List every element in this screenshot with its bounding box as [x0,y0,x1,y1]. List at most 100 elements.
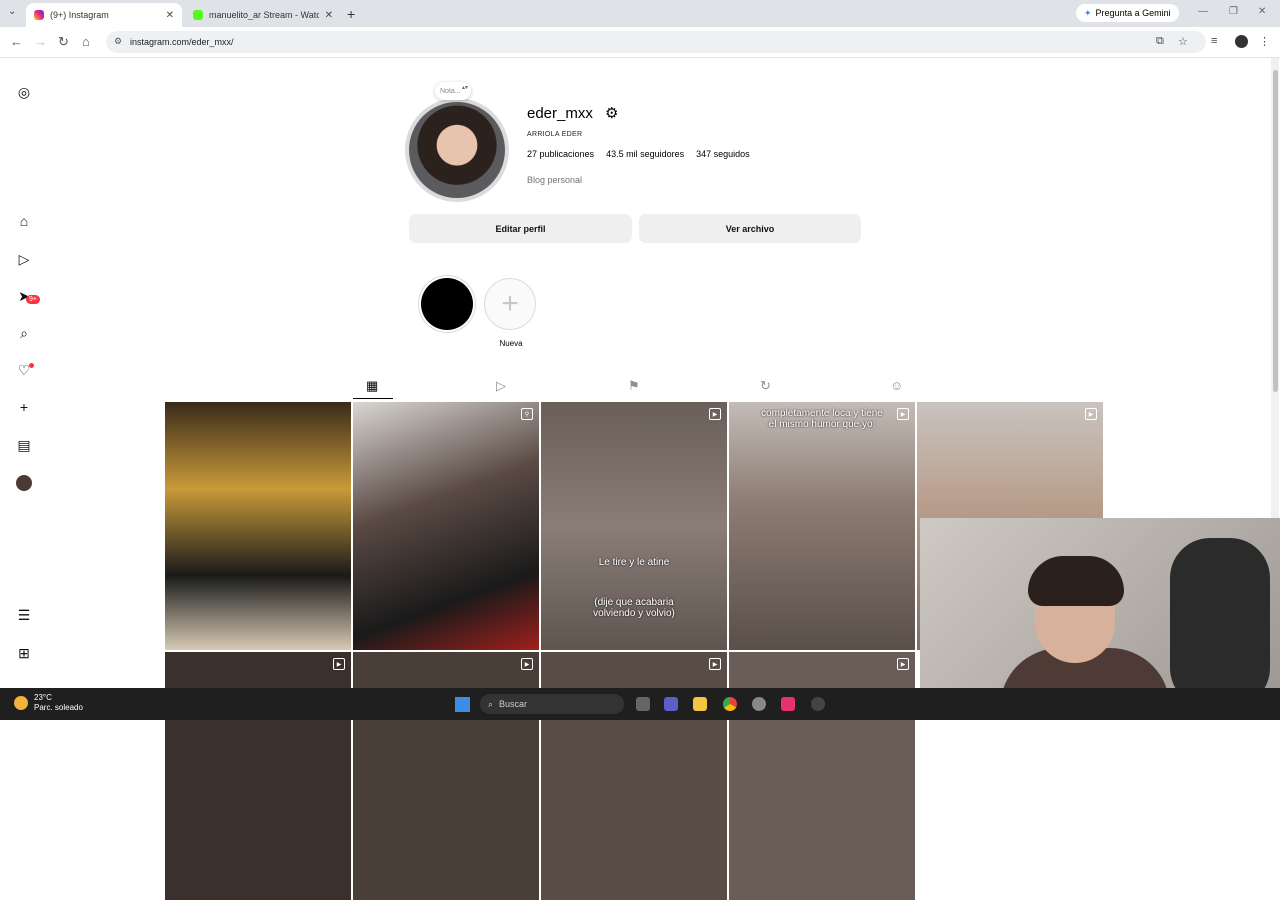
taskbar-search[interactable]: ⌕ Buscar [480,694,624,714]
post-caption-overlay: Le tire y le atine [598,557,670,568]
dashboard-icon[interactable]: ▤ [16,437,32,453]
reel-icon: ▶ [709,408,721,420]
plus-icon: + [501,287,519,320]
close-tab-icon[interactable]: ✕ [166,10,174,21]
weather-description: Parc. soleado [34,703,83,712]
teams-icon[interactable] [664,697,678,711]
home-icon[interactable]: ⌂ [82,34,90,49]
browser-tab-bar: ⌄ (9+) Instagram ✕ manuelito_ar Stream -… [0,0,1280,27]
task-view-icon[interactable] [636,697,650,711]
gemini-button[interactable]: ✦ Pregunta a Gemini [1076,4,1179,22]
site-info-icon[interactable]: ⚙ [114,36,122,47]
view-archive-button[interactable]: Ver archivo [639,214,861,243]
tab-label: manuelito_ar Stream - Watch Li [209,10,319,20]
windows-taskbar: 23°C Parc. soleado ⌕ Buscar [0,688,1280,720]
menu-kebab-icon[interactable]: ⋮ [1259,35,1270,48]
profile-username: eder_mxx [527,105,593,122]
file-explorer-icon[interactable] [693,697,707,711]
address-bar[interactable]: ⚙ instagram.com/eder_mxx/ [106,31,1206,53]
posts-grid-tab-icon[interactable]: ▦ [366,378,378,394]
forward-icon[interactable]: → [34,34,47,49]
webcam-overlay [920,518,1280,698]
posts-count: 27 publicaciones [527,149,595,159]
story-highlight[interactable] [421,278,473,330]
windows-start-icon[interactable] [455,697,470,712]
webcam-person-hair [1028,556,1124,606]
new-highlight-button[interactable]: + [484,278,536,330]
reading-list-icon[interactable]: ≡ [1211,35,1217,47]
reels-tab-icon[interactable]: ▷ [496,378,506,394]
reel-icon: ▶ [1085,408,1097,420]
note-arrows-icon: ▴▾ [461,85,468,91]
install-app-icon[interactable]: ⧉ [1156,35,1164,48]
settings-gear-icon[interactable]: ⚙ [605,104,618,122]
weather-widget[interactable]: 23°C Parc. soleado [14,693,83,713]
post-thumbnail[interactable]: ▶ completamente loca y tiene el mismo hu… [729,402,915,650]
window-close-icon[interactable]: ✕ [1258,6,1266,17]
also-from-meta-icon[interactable]: ⊞ [16,645,32,661]
chrome-icon[interactable] [723,697,737,711]
kick-favicon-icon [193,10,203,20]
bookmark-star-icon[interactable]: ☆ [1178,35,1188,48]
weather-sun-icon [14,696,28,710]
messages-badge: 9+ [26,295,40,304]
maximize-icon[interactable]: ❐ [1229,6,1238,17]
saved-tab-icon[interactable]: ⚑ [628,378,640,394]
following-count[interactable]: 347 seguidos [696,149,750,159]
tiktok-app-icon[interactable] [781,697,795,711]
post-caption-overlay: (dije que acabaria volviendo y volvio) [593,597,675,619]
taskbar-search-placeholder: Buscar [499,699,528,709]
close-tab-icon[interactable]: ✕ [325,10,333,21]
notification-dot [29,363,34,368]
edit-profile-button[interactable]: Editar perfil [409,214,632,243]
tab-instagram[interactable]: (9+) Instagram ✕ [26,3,182,27]
weather-temperature: 23°C [34,693,52,702]
profile-full-name: ARRIOLA EDER [527,131,583,138]
reel-icon: ▶ [709,658,721,670]
tab-label: (9+) Instagram [50,10,109,20]
active-tab-indicator [353,398,393,399]
browser-profile-avatar[interactable] [1235,35,1248,48]
profile-category: Blog personal [527,175,583,185]
minimize-icon[interactable]: — [1198,6,1208,17]
webcam-chair [1170,538,1270,698]
reload-icon[interactable]: ↻ [58,34,69,50]
instagram-favicon-icon [34,10,44,20]
create-plus-icon[interactable]: + [16,399,32,415]
note-bubble[interactable]: Nota... ▴▾ [435,82,471,100]
browser-toolbar: ← → ↻ ⌂ ⚙ instagram.com/eder_mxx/ ⧉ ☆ ≡ … [0,27,1280,58]
search-nav-icon[interactable]: ⌕ [16,325,32,341]
post-thumbnail[interactable]: ▶ Le tire y le atine (dije que acabaria … [541,402,727,650]
profile-tabs: ▦ ▷ ⚑ ↻ ☺ [280,373,980,401]
post-thumbnail[interactable] [165,402,351,650]
post-caption-overlay: completamente loca y tiene el mismo humo… [761,408,883,430]
pinned-icon: ⚲ [521,408,533,420]
new-tab-icon[interactable]: + [347,6,355,22]
obs-app-icon[interactable] [811,697,825,711]
new-highlight-label: Nueva [499,339,523,348]
profile-avatar[interactable] [409,102,505,198]
home-nav-icon[interactable]: ⌂ [16,213,32,229]
note-label: Nota... [440,87,461,95]
tab-kick-stream[interactable]: manuelito_ar Stream - Watch Li ✕ [185,3,341,27]
scrollbar-thumb[interactable] [1273,70,1278,392]
tagged-tab-icon[interactable]: ☺ [890,378,903,393]
back-icon[interactable]: ← [10,34,23,49]
followers-count[interactable]: 43.5 mil seguidores [606,149,684,159]
instagram-logo-icon[interactable]: ◎ [16,84,32,100]
url-text: instagram.com/eder_mxx/ [130,37,234,47]
reposts-tab-icon[interactable]: ↻ [760,378,771,394]
gemini-star-icon: ✦ [1084,7,1092,18]
reels-nav-icon[interactable]: ▷ [16,251,32,267]
profile-nav-avatar[interactable] [16,475,32,491]
settings-app-icon[interactable] [752,697,766,711]
search-icon: ⌕ [488,698,494,709]
reel-icon: ▶ [333,658,345,670]
more-menu-icon[interactable]: ☰ [16,607,32,623]
tab-list-icon[interactable]: ⌄ [8,6,16,17]
gemini-label: Pregunta a Gemini [1095,8,1171,18]
reel-icon: ▶ [897,658,909,670]
profile-stats: 27 publicaciones 43.5 mil seguidores 347… [527,149,750,159]
post-thumbnail[interactable]: ⚲ [353,402,539,650]
reel-icon: ▶ [521,658,533,670]
